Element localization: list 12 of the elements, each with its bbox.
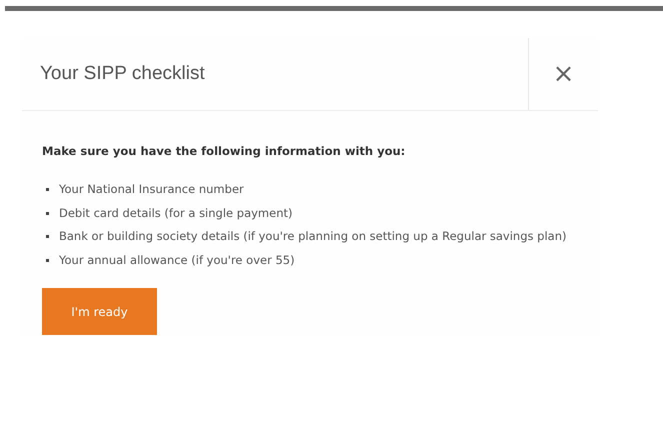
close-button[interactable]: × <box>528 38 598 110</box>
bullet-icon <box>46 212 49 214</box>
ready-button[interactable]: I'm ready <box>42 288 157 335</box>
bullet-icon <box>46 188 49 191</box>
checklist-item: Debit card details (for a single payment) <box>59 204 294 222</box>
intro-text: Make sure you have the following information with you: <box>42 144 406 158</box>
checklist-item: Your National Insurance number <box>59 181 245 198</box>
dialog-title: Your SIPP checklist <box>39 62 206 86</box>
bullet-icon <box>46 235 49 238</box>
checklist-item: Bank or building society details (if you're planning on setting up a Regular savings plan) <box>59 228 568 245</box>
bullet-icon <box>46 258 49 262</box>
checklist-item: Your annual allowance (if you're over 55) <box>59 252 296 268</box>
